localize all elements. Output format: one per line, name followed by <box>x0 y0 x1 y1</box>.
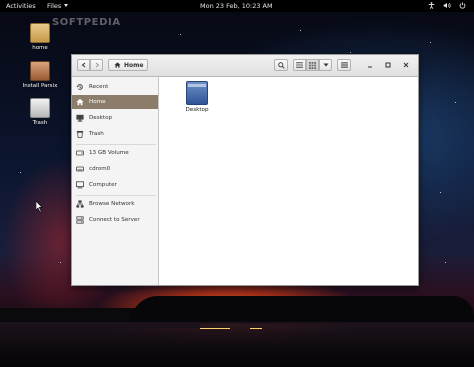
folder-icon <box>186 81 208 105</box>
installer-icon <box>30 61 50 81</box>
sidebar-item-label: cdrom0 <box>89 166 111 172</box>
sidebar-item-cdrom0[interactable]: cdrom0 <box>72 162 158 176</box>
recent-icon <box>76 83 84 91</box>
sidebar-separator <box>76 144 156 145</box>
sidebar-item-label: Connect to Server <box>89 217 140 223</box>
sidebar-item-home[interactable]: Home <box>72 95 158 109</box>
sidebar-item-connect-to-server[interactable]: Connect to Server <box>72 213 158 227</box>
app-menu-files[interactable]: Files <box>47 2 68 10</box>
forward-arrow-icon <box>95 62 99 68</box>
list-icon <box>296 62 303 68</box>
home-folder-icon <box>30 23 50 43</box>
trash-icon <box>76 130 84 138</box>
search-icon <box>277 61 285 69</box>
computer-icon <box>76 181 84 189</box>
sidebar-separator <box>76 195 156 196</box>
cdrom-icon <box>76 165 84 173</box>
desktop-icon-label: Install Parsix <box>22 83 58 89</box>
clock[interactable]: Mon 23 Feb, 10:23 AM <box>200 2 273 10</box>
desktop-icon-trash[interactable]: Trash <box>18 98 62 126</box>
hamburger-menu-icon <box>340 62 348 68</box>
sidebar-item-label: 13 GB Volume <box>89 150 129 156</box>
view-options-button[interactable] <box>319 59 332 71</box>
home-icon <box>114 62 121 68</box>
softpedia-watermark: SOFTPEDIA <box>52 17 121 28</box>
server-icon <box>76 216 84 224</box>
trash-icon <box>30 98 50 118</box>
sidebar-item-label: Recent <box>89 84 109 90</box>
sidebar-item-label: Trash <box>89 131 104 137</box>
drive-icon <box>76 149 84 157</box>
sidebar-item-label: Computer <box>89 182 117 188</box>
header-bar: Home <box>72 55 418 77</box>
volume-icon[interactable] <box>443 2 451 11</box>
network-icon <box>76 200 84 208</box>
search-button[interactable] <box>274 59 288 71</box>
activities-button[interactable]: Activities <box>6 2 36 10</box>
sidebar-item-label: Browse Network <box>89 201 135 207</box>
path-label: Home <box>124 61 144 69</box>
path-bar-home[interactable]: Home <box>108 59 148 71</box>
file-view[interactable]: Desktop <box>159 77 418 285</box>
list-view-button[interactable] <box>293 59 306 71</box>
desktop-icon-label: home <box>32 45 48 51</box>
close-button[interactable] <box>401 60 411 70</box>
sidebar-item-desktop[interactable]: Desktop <box>72 111 158 125</box>
sidebar-item-computer[interactable]: Computer <box>72 178 158 192</box>
accessibility-icon[interactable] <box>428 2 435 11</box>
places-sidebar: Recent Home Desktop Trash 13 GB Volume c… <box>72 77 159 285</box>
home-icon <box>76 98 84 106</box>
sidebar-item-label: Home <box>89 99 106 105</box>
system-tray[interactable] <box>428 2 466 11</box>
close-icon <box>403 62 409 68</box>
back-arrow-icon <box>81 62 85 68</box>
grid-view-button[interactable] <box>306 59 319 71</box>
chevron-down-icon <box>323 63 328 67</box>
sidebar-item-browse-network[interactable]: Browse Network <box>72 197 158 211</box>
maximize-button[interactable] <box>383 60 393 70</box>
minimize-button[interactable] <box>365 60 375 70</box>
desktop-icon <box>76 114 84 122</box>
menu-button[interactable] <box>337 59 351 71</box>
sidebar-item-trash[interactable]: Trash <box>72 127 158 141</box>
forward-button[interactable] <box>90 59 103 71</box>
sidebar-item-13gb-volume[interactable]: 13 GB Volume <box>72 146 158 160</box>
sidebar-item-recent[interactable]: Recent <box>72 80 158 94</box>
minimize-icon <box>368 66 372 68</box>
power-icon[interactable] <box>459 2 466 11</box>
top-bar: Activities Files Mon 23 Feb, 10:23 AM <box>0 0 474 12</box>
maximize-icon <box>385 62 391 68</box>
file-item-desktop[interactable]: Desktop <box>177 81 217 113</box>
back-button[interactable] <box>77 59 90 71</box>
desktop-icon-home[interactable]: home <box>18 23 62 51</box>
file-item-label: Desktop <box>185 107 209 113</box>
desktop-icon-label: Trash <box>32 120 48 126</box>
sidebar-item-label: Desktop <box>89 115 113 121</box>
files-window: Home Recent Home Desktop Trash 13 GB Vol… <box>71 54 419 286</box>
desktop-icon-install-parsix[interactable]: Install Parsix <box>18 61 62 89</box>
grid-icon <box>309 61 316 69</box>
